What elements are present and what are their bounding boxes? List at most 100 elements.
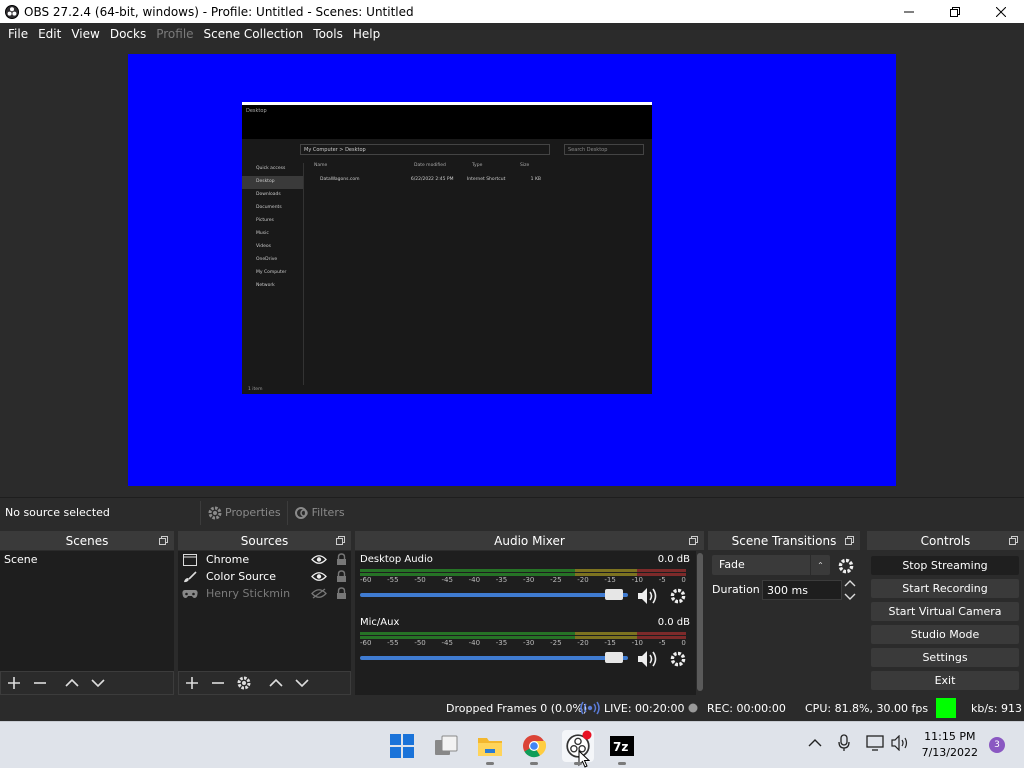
scene-item[interactable]: Scene (0, 551, 174, 568)
mute-button[interactable] (633, 587, 663, 605)
menu-bar: File Edit View Docks Profile Scene Colle… (0, 23, 1024, 45)
captured-col-name: Name (314, 163, 328, 168)
filters-button[interactable]: Filters (286, 500, 351, 525)
captured-file-row: DataWagons.com 6/22/2022 2:45 PM Interne… (310, 177, 550, 182)
add-scene-button[interactable] (1, 672, 27, 694)
captured-cell: Internet Shortcut (466, 177, 506, 182)
volume-meter (360, 632, 686, 635)
start-recording-button[interactable]: Start Recording (871, 579, 1019, 598)
lock-icon[interactable] (336, 570, 347, 583)
network-icon[interactable] (866, 735, 884, 751)
mixer-scrollbar[interactable] (696, 551, 704, 695)
captured-col-size: Size (520, 163, 530, 168)
menu-edit[interactable]: Edit (33, 27, 66, 41)
studio-mode-button[interactable]: Studio Mode (871, 625, 1019, 644)
menu-file[interactable]: File (3, 27, 33, 41)
chevron-down-icon[interactable] (844, 592, 856, 602)
volume-slider-handle[interactable] (605, 652, 623, 663)
scene-up-button[interactable] (59, 672, 85, 694)
duration-spinner[interactable] (844, 578, 856, 602)
channel-settings-button[interactable] (663, 587, 693, 605)
lock-icon[interactable] (336, 587, 347, 600)
tick-label: -20 (577, 639, 589, 647)
scrollbar-thumb[interactable] (697, 553, 703, 691)
tick-label: -40 (468, 639, 481, 647)
file-explorer-button[interactable] (474, 730, 506, 765)
lock-icon[interactable] (336, 553, 347, 566)
plus-icon (8, 677, 20, 689)
menu-help[interactable]: Help (348, 27, 385, 41)
obs-logo-icon (5, 4, 19, 19)
settings-button[interactable]: Settings (871, 648, 1019, 667)
volume-slider[interactable] (360, 656, 628, 660)
eye-icon[interactable] (311, 571, 327, 582)
minus-icon (34, 682, 46, 684)
scenes-dock: Scenes Scene (0, 531, 174, 695)
eye-icon[interactable] (311, 554, 327, 565)
sources-header: Sources (178, 531, 351, 550)
eye-hidden-icon[interactable] (311, 588, 327, 599)
remove-scene-button[interactable] (27, 672, 53, 694)
notification-badge[interactable]: 3 (989, 737, 1005, 753)
menu-profile: Profile (156, 27, 194, 41)
source-down-button[interactable] (289, 672, 315, 694)
start-button[interactable] (386, 730, 418, 762)
undock-icon[interactable] (1009, 536, 1018, 545)
window-title: OBS 27.2.4 (64-bit, windows) - Profile: … (24, 4, 414, 19)
stop-streaming-button[interactable]: Stop Streaming (871, 556, 1019, 575)
menu-docks[interactable]: Docks (105, 27, 151, 41)
captured-toolbar (242, 119, 652, 139)
duration-input[interactable]: 300 ms (762, 580, 842, 600)
controls-panel: Stop Streaming Start Recording Start Vir… (867, 551, 1024, 695)
maximize-button[interactable] (932, 0, 978, 23)
channel-controls (633, 587, 693, 605)
captured-sidebar-item: My Computer (256, 270, 287, 275)
minimize-button[interactable] (886, 0, 932, 23)
volume-slider[interactable] (360, 593, 628, 597)
gear-icon[interactable] (837, 557, 855, 575)
obs-button[interactable] (562, 730, 594, 768)
plus-icon (186, 677, 198, 689)
add-source-button[interactable] (179, 672, 205, 694)
mute-button[interactable] (633, 650, 663, 668)
task-view-button[interactable] (430, 730, 462, 762)
transitions-panel: Fade ⌃ Duration 300 ms (708, 551, 860, 695)
controls-title: Controls (920, 533, 971, 548)
source-properties-button[interactable] (231, 672, 257, 694)
undock-icon[interactable] (845, 536, 854, 545)
exit-button[interactable]: Exit (871, 671, 1019, 690)
undock-icon[interactable] (159, 536, 168, 545)
svg-text:7z: 7z (613, 740, 628, 754)
menu-view[interactable]: View (66, 27, 104, 41)
channel-settings-button[interactable] (663, 650, 693, 668)
undock-icon[interactable] (689, 536, 698, 545)
undock-icon[interactable] (336, 536, 345, 545)
source-up-button[interactable] (263, 672, 289, 694)
folder-icon (478, 738, 502, 756)
captured-sidebar: Quick access Desktop Downloads Documents… (242, 163, 304, 385)
volume-slider-handle[interactable] (605, 589, 623, 600)
source-item-color-source[interactable]: Color Source (178, 568, 351, 585)
captured-sidebar-item: Downloads (256, 192, 281, 197)
microphone-icon[interactable] (838, 734, 850, 752)
menu-tools[interactable]: Tools (308, 27, 348, 41)
menu-scene-collection[interactable]: Scene Collection (199, 27, 309, 41)
clock[interactable]: 11:15 PM 7/13/2022 (922, 729, 978, 761)
tick-label: -15 (604, 576, 616, 584)
close-button[interactable] (978, 0, 1024, 23)
chevron-up-icon[interactable] (844, 578, 856, 588)
properties-button[interactable]: Properties (200, 500, 287, 525)
volume-icon[interactable] (891, 735, 909, 751)
scene-down-button[interactable] (85, 672, 111, 694)
chrome-button[interactable] (518, 730, 550, 765)
captured-col-date: Date modified (414, 163, 446, 168)
remove-source-button[interactable] (205, 672, 231, 694)
transition-select[interactable]: Fade ⌃ (712, 555, 830, 575)
scenes-toolbar (0, 671, 174, 695)
preview-canvas[interactable]: Desktop My Computer > Desktop Search Des… (128, 54, 896, 486)
7zip-button[interactable]: 7z (606, 730, 638, 765)
start-virtual-camera-button[interactable]: Start Virtual Camera (871, 602, 1019, 621)
tray-overflow-icon[interactable] (808, 736, 822, 750)
source-item-chrome[interactable]: Chrome (178, 551, 351, 568)
source-item-henry-stickmin[interactable]: Henry Stickmin (178, 585, 351, 602)
